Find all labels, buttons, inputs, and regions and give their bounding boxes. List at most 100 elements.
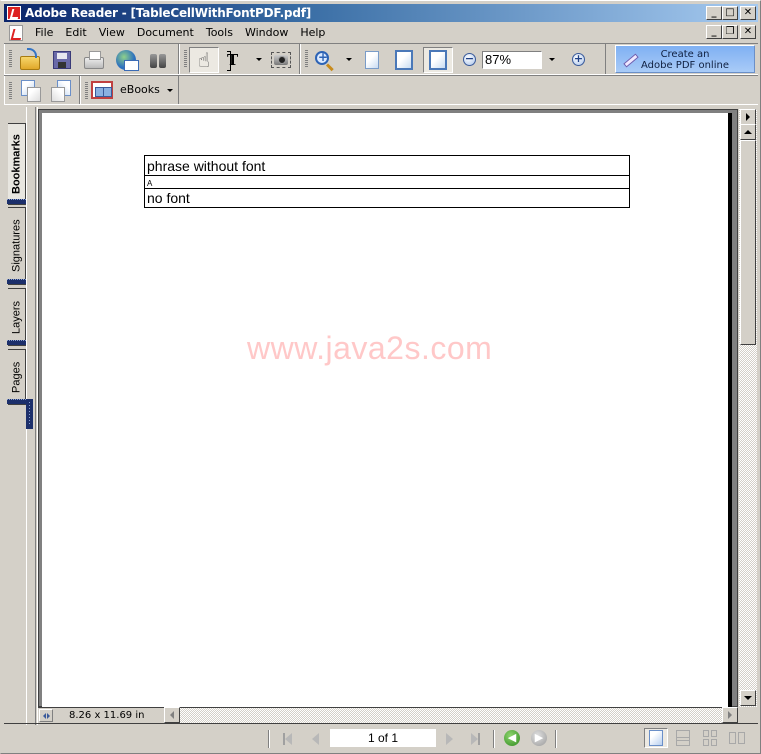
open-button[interactable]	[17, 47, 43, 73]
scroll-up-button[interactable]	[740, 124, 756, 140]
previous-page-button[interactable]	[307, 731, 323, 747]
magnifier-zoom-icon	[315, 50, 329, 65]
menu-help[interactable]: Help	[294, 24, 331, 41]
arrow-right-icon	[728, 711, 732, 719]
minimize-button[interactable]: _	[706, 6, 722, 20]
expand-panel-button[interactable]	[740, 109, 756, 125]
fit-page-icon	[395, 50, 413, 70]
zoom-out-button[interactable]: −	[463, 53, 476, 66]
continuous-facing-icon	[703, 730, 717, 746]
table-cell: phrase without font	[144, 155, 630, 176]
toolbar-grip[interactable]	[305, 50, 308, 68]
tab-layers[interactable]: Layers	[7, 288, 26, 346]
table-row: no font	[144, 188, 630, 208]
scroll-down-button[interactable]	[740, 690, 756, 706]
zoom-toolbar: − 87% +	[300, 44, 606, 74]
menu-view[interactable]: View	[93, 24, 131, 41]
tab-grip	[7, 279, 26, 284]
ebooks-button[interactable]: eBooks	[120, 83, 160, 96]
tab-signatures-label: Signatures	[10, 219, 23, 273]
tab-grip	[7, 399, 26, 404]
paper-plane-icon	[621, 52, 635, 66]
save-button[interactable]	[49, 47, 75, 73]
scroll-right-button[interactable]	[722, 707, 738, 723]
next-page-button[interactable]	[441, 731, 457, 747]
facing-icon	[729, 732, 745, 744]
zoom-tool-dropdown-arrow[interactable]	[346, 58, 352, 61]
document-minimize-button[interactable]: _	[706, 25, 722, 39]
continuous-facing-layout-button[interactable]	[698, 728, 722, 748]
single-page-layout-button[interactable]	[644, 728, 668, 748]
toolbar-grip[interactable]	[184, 50, 187, 68]
tab-pages[interactable]: Pages	[7, 349, 26, 405]
title-bar[interactable]: Adobe Reader - [TableCellWithFontPDF.pdf…	[4, 4, 758, 22]
search-button[interactable]	[145, 47, 171, 73]
continuous-icon	[676, 730, 690, 746]
pdf-document-icon[interactable]	[9, 24, 23, 41]
tab-bookmarks-label: Bookmarks	[10, 134, 23, 194]
vertical-scrollbar[interactable]	[739, 109, 757, 707]
document-close-button[interactable]: ✕	[740, 25, 756, 39]
ebooks-toolbar: eBooks	[80, 76, 179, 104]
previous-page-icon	[311, 733, 319, 745]
menu-bar: File Edit View Document Tools Window Hel…	[4, 23, 758, 42]
create-pdf-online-button[interactable]: Create an Adobe PDF online	[615, 45, 755, 73]
window-title: Adobe Reader - [TableCellWithFontPDF.pdf…	[25, 6, 312, 20]
menu-tools[interactable]: Tools	[200, 24, 239, 41]
page-number-input[interactable]: 1 of 1	[330, 729, 436, 747]
zoom-level-input[interactable]: 87%	[482, 51, 542, 69]
fit-width-icon	[429, 50, 447, 70]
fit-width-button[interactable]	[423, 47, 453, 73]
next-page-icon	[445, 733, 453, 745]
facing-layout-button[interactable]	[725, 728, 749, 748]
first-page-button[interactable]	[279, 731, 295, 747]
hand-tool-button[interactable]: ☝	[189, 47, 219, 73]
select-text-button[interactable]: T	[224, 47, 250, 73]
select-tool-dropdown-arrow[interactable]	[256, 58, 262, 61]
status-separator	[555, 730, 557, 748]
menu-document[interactable]: Document	[131, 24, 200, 41]
navigation-panel-resize-handle[interactable]	[26, 399, 33, 429]
last-page-button[interactable]	[467, 731, 483, 747]
document-view[interactable]: phrase without font A no font www.java2s…	[38, 109, 738, 713]
horizontal-scrollbar[interactable]: 8.26 x 11.69 in	[38, 707, 738, 723]
status-separator	[268, 730, 270, 748]
next-view-button[interactable]: ▶	[531, 730, 547, 746]
zoom-level-dropdown-arrow[interactable]	[549, 58, 555, 61]
tab-grip	[7, 340, 26, 345]
table-cell: no font	[144, 188, 630, 208]
scroll-left-button[interactable]	[164, 707, 180, 723]
pdf-table: phrase without font A no font	[144, 155, 630, 208]
tab-signatures[interactable]: Signatures	[7, 207, 26, 285]
toolbar-grip[interactable]	[85, 82, 88, 100]
rotate-clockwise-button[interactable]	[17, 77, 43, 103]
close-button[interactable]: ✕	[740, 6, 756, 20]
status-separator	[493, 730, 495, 748]
toolbar-grip[interactable]	[9, 82, 12, 100]
printer-icon	[84, 51, 104, 69]
tab-bookmarks[interactable]: Bookmarks	[7, 123, 26, 205]
actual-size-button[interactable]	[359, 47, 385, 73]
vertical-scroll-thumb[interactable]	[740, 140, 756, 345]
tab-grip	[7, 199, 26, 204]
document-restore-button[interactable]: ❐	[722, 25, 738, 39]
adobe-reader-app-icon[interactable]	[7, 6, 21, 20]
maximize-button[interactable]: □	[722, 6, 738, 20]
continuous-layout-button[interactable]	[671, 728, 695, 748]
arrow-up-icon	[744, 130, 752, 134]
menu-edit[interactable]: Edit	[59, 24, 92, 41]
menu-file[interactable]: File	[29, 24, 59, 41]
menu-window[interactable]: Window	[239, 24, 294, 41]
email-button[interactable]	[113, 47, 139, 73]
rotate-counterclockwise-button[interactable]	[49, 77, 75, 103]
ebooks-dropdown-arrow[interactable]	[167, 89, 173, 92]
snapshot-button[interactable]	[268, 47, 294, 73]
split-resize-icon[interactable]	[39, 709, 53, 722]
print-button[interactable]	[81, 47, 107, 73]
zoom-in-tool-button[interactable]	[311, 47, 337, 73]
table-row: phrase without font	[144, 155, 630, 176]
toolbar-grip[interactable]	[9, 50, 12, 68]
fit-page-button[interactable]	[391, 47, 417, 73]
previous-view-button[interactable]: ◀	[504, 730, 520, 746]
zoom-in-button[interactable]: +	[572, 53, 585, 66]
